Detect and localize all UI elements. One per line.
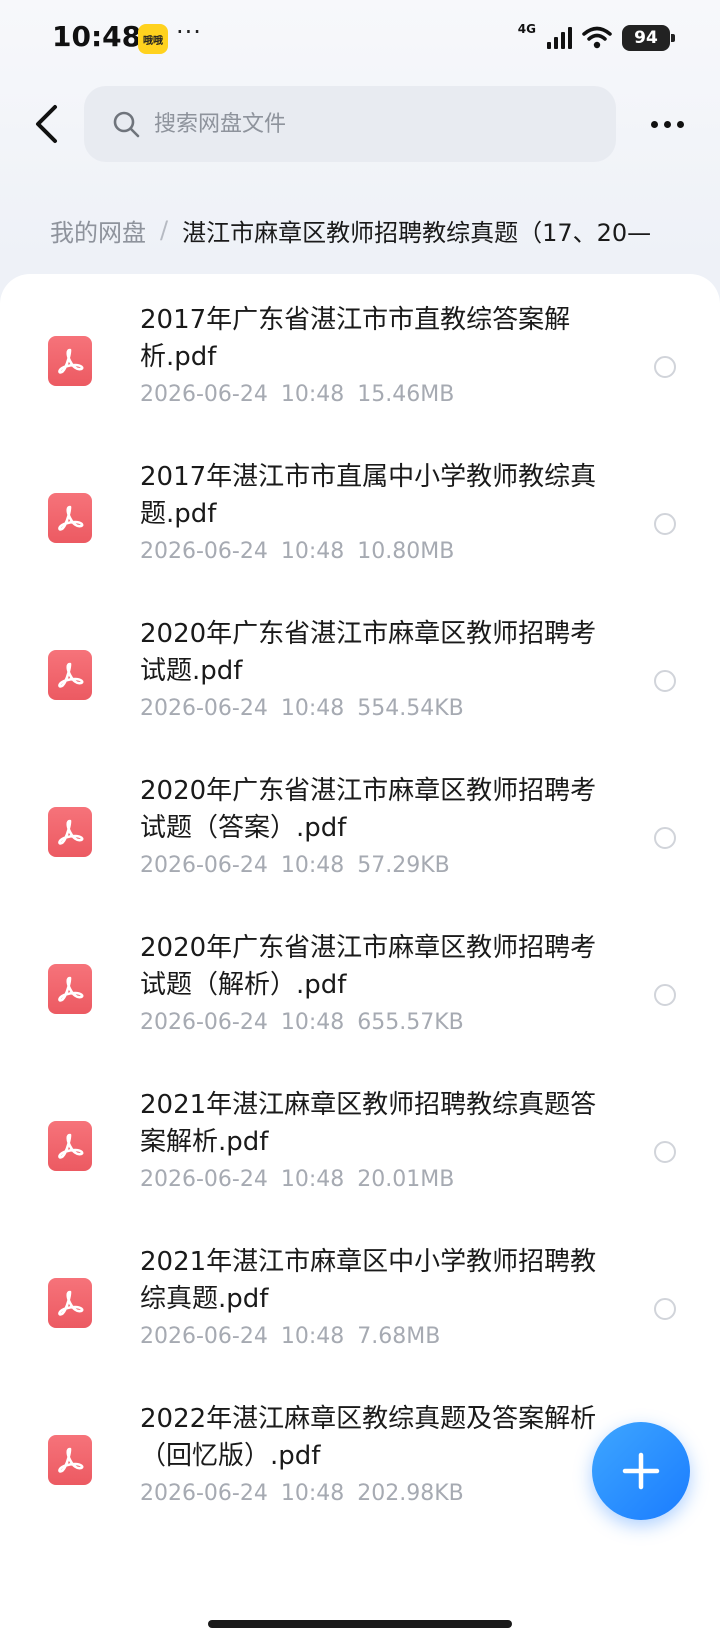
pdf-icon (48, 650, 92, 700)
file-size: 20.01MB (357, 1167, 455, 1192)
file-row[interactable]: 2020年广东省湛江市麻章区教师招聘考试题（解析）.pdf 2026-06-24 … (0, 916, 720, 1080)
back-button[interactable] (24, 98, 68, 150)
select-checkbox[interactable] (654, 513, 676, 535)
file-date: 2026-06-24 (140, 696, 268, 721)
file-row[interactable]: 2017年湛江市市直属中小学教师教综真题.pdf 2026-06-24 10:48… (0, 445, 720, 609)
file-name: 2017年湛江市市直属中小学教师教综真题.pdf (140, 462, 597, 529)
search-icon (113, 111, 140, 138)
select-checkbox[interactable] (654, 670, 676, 692)
file-row[interactable]: 2017年广东省湛江市市直教综答案解析.pdf 2026-06-24 10:48 … (0, 288, 720, 452)
plus-icon (622, 1452, 660, 1490)
file-date: 2026-06-24 (140, 853, 268, 878)
file-size: 554.54KB (357, 696, 464, 721)
status-indicators: 4G 94 (517, 22, 675, 52)
more-notifications-icon: ··· (176, 18, 202, 46)
file-date: 2026-06-24 (140, 1324, 268, 1349)
file-row[interactable]: 2021年湛江麻章区教师招聘教综真题答案解析.pdf 2026-06-24 10:… (0, 1073, 720, 1237)
search-bar[interactable] (84, 86, 616, 162)
pdf-icon (48, 964, 92, 1014)
file-time: 10:48 (280, 1324, 345, 1349)
pdf-icon (48, 1121, 92, 1171)
home-indicator[interactable] (208, 1620, 512, 1628)
wifi-icon (582, 26, 612, 49)
file-time: 10:48 (280, 696, 345, 721)
file-size: 15.46MB (357, 382, 455, 407)
file-name: 2021年湛江麻章区教师招聘教综真题答案解析.pdf (140, 1090, 597, 1157)
file-date: 2026-06-24 (140, 539, 268, 564)
file-size: 57.29KB (357, 853, 450, 878)
file-name: 2022年湛江麻章区教综真题及答案解析（回忆版）.pdf (140, 1404, 597, 1471)
file-date: 2026-06-24 (140, 382, 268, 407)
file-size: 202.98KB (357, 1481, 464, 1506)
file-time: 10:48 (280, 853, 345, 878)
file-time: 10:48 (280, 539, 345, 564)
search-input[interactable] (154, 111, 574, 137)
more-horizontal-icon (650, 120, 658, 128)
file-time: 10:48 (280, 1010, 345, 1035)
file-row[interactable]: 2020年广东省湛江市麻章区教师招聘考试题.pdf 2026-06-24 10:4… (0, 602, 720, 766)
select-checkbox[interactable] (654, 1298, 676, 1320)
pdf-icon (48, 1278, 92, 1328)
select-checkbox[interactable] (654, 1141, 676, 1163)
file-size: 655.57KB (357, 1010, 464, 1035)
file-date: 2026-06-24 (140, 1167, 268, 1192)
pdf-icon (48, 336, 92, 386)
file-meta: 2026-06-24 10:48 7.68MB (140, 1324, 440, 1349)
network-type-label: 4G (517, 22, 536, 36)
file-date: 2026-06-24 (140, 1010, 268, 1035)
file-time: 10:48 (280, 1167, 345, 1192)
pdf-icon (48, 1435, 92, 1485)
battery-indicator: 94 (622, 25, 675, 51)
status-bar: 10:48 哦哦 ··· 4G 94 (0, 0, 720, 80)
file-meta: 2026-06-24 10:48 655.57KB (140, 1010, 464, 1035)
top-navigation-bar (0, 86, 720, 164)
file-meta: 2026-06-24 10:48 57.29KB (140, 853, 450, 878)
add-button[interactable] (592, 1422, 690, 1520)
breadcrumb-current-folder: 湛江市麻章区教师招聘教综真题（17、20— (182, 218, 652, 247)
file-size: 7.68MB (357, 1324, 441, 1349)
file-name: 2017年广东省湛江市市直教综答案解析.pdf (140, 305, 571, 372)
pdf-icon (48, 493, 92, 543)
status-time: 10:48 (52, 20, 142, 53)
pdf-icon (48, 807, 92, 857)
cloud-drive-folder-screen: 10:48 哦哦 ··· 4G 94 搜索网盘文件 我的网盘 / 湛江市麻章区教… (0, 0, 720, 1640)
select-checkbox[interactable] (654, 356, 676, 378)
cellular-signal-icon (547, 27, 572, 49)
file-size: 10.80MB (357, 539, 455, 564)
file-time: 10:48 (280, 382, 345, 407)
file-meta: 2026-06-24 10:48 202.98KB (140, 1481, 464, 1506)
file-meta: 2026-06-24 10:48 10.80MB (140, 539, 454, 564)
file-row[interactable]: 2020年广东省湛江市麻章区教师招聘考试题（答案）.pdf 2026-06-24 … (0, 759, 720, 923)
file-name: 2021年湛江市麻章区中小学教师招聘教综真题.pdf (140, 1247, 597, 1314)
chevron-left-icon (36, 105, 57, 143)
select-checkbox[interactable] (654, 984, 676, 1006)
file-row[interactable]: 2021年湛江市麻章区中小学教师招聘教综真题.pdf 2026-06-24 10:… (0, 1230, 720, 1394)
breadcrumb: 我的网盘 / 湛江市麻章区教师招聘教综真题（17、20— (50, 208, 720, 252)
file-date: 2026-06-24 (140, 1481, 268, 1506)
file-name: 2020年广东省湛江市麻章区教师招聘考试题.pdf (140, 619, 597, 686)
file-time: 10:48 (280, 1481, 345, 1506)
file-name: 2020年广东省湛江市麻章区教师招聘考试题（解析）.pdf (140, 933, 597, 1000)
breadcrumb-separator: / (160, 216, 169, 244)
file-name: 2020年广东省湛江市麻章区教师招聘考试题（答案）.pdf (140, 776, 597, 843)
file-meta: 2026-06-24 10:48 554.54KB (140, 696, 464, 721)
file-meta: 2026-06-24 10:48 15.46MB (140, 382, 454, 407)
breadcrumb-root[interactable]: 我的网盘 (50, 213, 146, 248)
notification-app-icon: 哦哦 (138, 24, 168, 54)
file-meta: 2026-06-24 10:48 20.01MB (140, 1167, 454, 1192)
select-checkbox[interactable] (654, 827, 676, 849)
more-options-button[interactable] (642, 104, 692, 144)
